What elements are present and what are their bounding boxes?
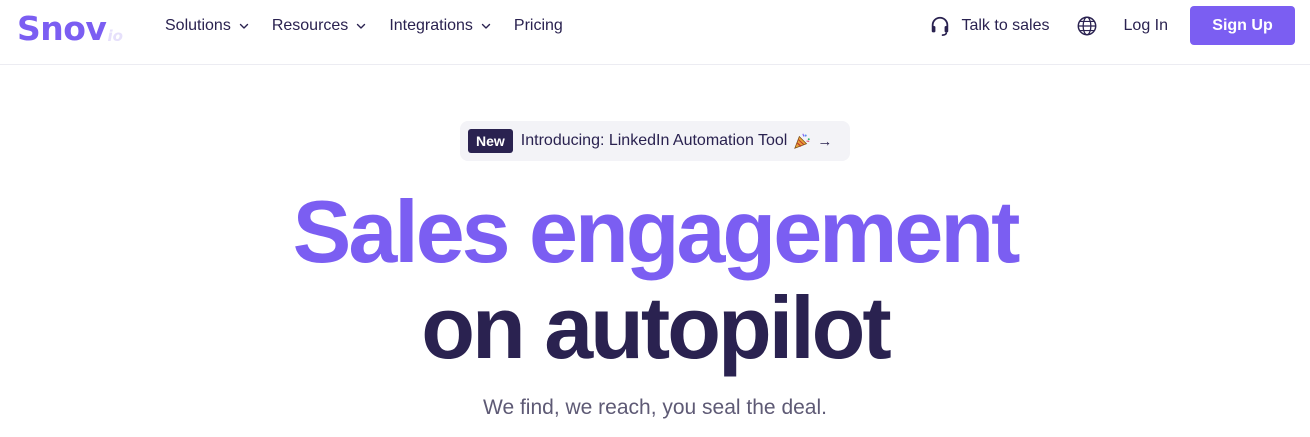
main-nav: Solutions Resources Integrations Pricing: [165, 0, 586, 52]
nav-resources[interactable]: Resources: [272, 17, 366, 35]
globe-icon[interactable]: [1076, 15, 1098, 37]
chevron-down-icon: [357, 23, 366, 29]
nav-solutions[interactable]: Solutions: [165, 17, 249, 35]
top-navbar: Snov io Solutions Resources Integrations…: [0, 0, 1310, 65]
nav-integrations[interactable]: Integrations: [389, 17, 491, 35]
talk-to-sales-link[interactable]: Talk to sales: [929, 15, 1050, 37]
party-popper-icon: [794, 133, 811, 149]
nav-pricing[interactable]: Pricing: [514, 17, 563, 35]
nav-integrations-label: Integrations: [389, 17, 473, 34]
logo-suffix: io: [107, 27, 123, 45]
hero-subtitle: We find, we reach, you seal the deal.: [483, 396, 827, 419]
announcement-text: Introducing: LinkedIn Automation Tool: [520, 132, 788, 149]
hero-headline-line2: on autopilot: [421, 278, 891, 377]
nav-pricing-label: Pricing: [513, 17, 563, 34]
announcement-banner[interactable]: New Introducing: LinkedIn Automation Too…: [460, 121, 850, 161]
nav-solutions-label: Solutions: [165, 17, 231, 34]
new-badge: New: [468, 129, 513, 153]
headset-icon: [932, 16, 949, 36]
hero-headline-line1: Sales engagement: [292, 182, 1021, 281]
signup-button[interactable]: Sign Up: [1190, 6, 1295, 45]
login-link[interactable]: Log In: [1124, 17, 1168, 35]
arrow-right-icon: →: [817, 132, 833, 150]
snov-logo[interactable]: Snov io: [17, 5, 123, 49]
talk-to-sales-label: Talk to sales: [961, 16, 1050, 34]
chevron-down-icon: [239, 23, 249, 29]
logo-wordmark: Snov: [17, 9, 107, 48]
nav-resources-label: Resources: [271, 17, 349, 34]
chevron-down-icon: [481, 23, 491, 29]
nav-actions: Talk to sales Log In Sign Up: [929, 6, 1295, 45]
